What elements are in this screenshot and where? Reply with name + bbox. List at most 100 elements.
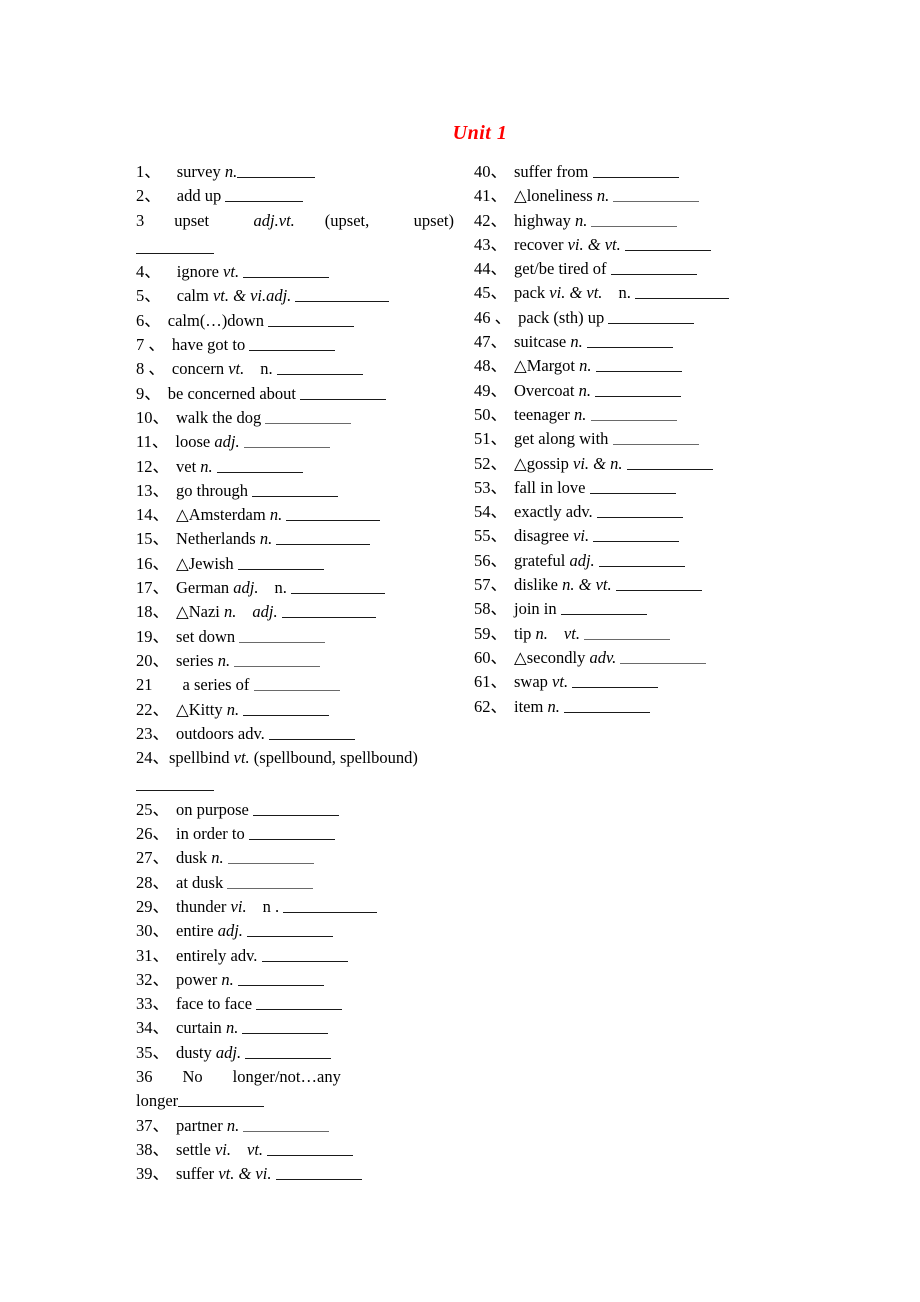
- answer-blank[interactable]: [560, 599, 647, 616]
- answer-blank[interactable]: [591, 211, 678, 227]
- answer-blank[interactable]: [225, 186, 304, 203]
- answer-blank[interactable]: [281, 602, 376, 619]
- entry-number: 25、: [136, 799, 169, 819]
- answer-blank[interactable]: [243, 432, 330, 449]
- entry-line: 46 、 pack (sth) up: [474, 307, 695, 327]
- answer-blank[interactable]: [615, 575, 702, 592]
- entry-line: 29、 thunder vi. n .: [136, 897, 378, 916]
- vocabulary-entry: 7 、 have got to: [136, 333, 454, 357]
- entry-word: loose: [175, 432, 211, 452]
- answer-blank[interactable]: [596, 502, 683, 519]
- answer-blank[interactable]: [227, 873, 314, 889]
- entry-line: 22、 △Kitty n.: [136, 699, 330, 719]
- answer-blank[interactable]: [572, 672, 659, 689]
- entry-line: 54、 exactly adv.: [474, 502, 683, 521]
- answer-blank[interactable]: [239, 627, 326, 643]
- entry-number: 40、: [474, 162, 507, 181]
- answer-blank[interactable]: [592, 162, 679, 178]
- entry-number: 32、: [136, 969, 169, 989]
- answer-blank[interactable]: [276, 359, 363, 376]
- entry-line: 8 、 concern vt. n.: [136, 359, 363, 378]
- answer-blank[interactable]: [291, 578, 385, 595]
- answer-blank[interactable]: [253, 675, 340, 692]
- answer-blank[interactable]: [295, 286, 390, 303]
- answer-blank[interactable]: [136, 775, 214, 792]
- answer-blank[interactable]: [563, 697, 650, 713]
- answer-blank[interactable]: [613, 186, 700, 203]
- answer-blank[interactable]: [253, 800, 339, 816]
- answer-blank[interactable]: [610, 259, 697, 276]
- answer-blank[interactable]: [245, 1043, 332, 1059]
- answer-blank[interactable]: [234, 651, 321, 667]
- entry-pos: n.: [570, 332, 583, 352]
- answer-blank[interactable]: [216, 457, 303, 473]
- answer-blank[interactable]: [608, 308, 695, 324]
- entry-pos: adj.vt.: [253, 210, 295, 230]
- answer-blank[interactable]: [612, 429, 699, 446]
- answer-blank[interactable]: [275, 1164, 362, 1181]
- entry-pos-secondary: adj.: [252, 602, 278, 622]
- answer-blank[interactable]: [286, 505, 381, 522]
- entry-line: 47、 suitcase n.: [474, 332, 673, 351]
- answer-blank[interactable]: [589, 478, 676, 494]
- answer-blank[interactable]: [243, 262, 330, 279]
- answer-blank[interactable]: [256, 994, 343, 1011]
- vocabulary-entry: 51、 get along with: [474, 427, 774, 451]
- entry-line: 1、 survey n.: [136, 162, 316, 181]
- entry-tail: (spellbound, spellbound): [253, 748, 418, 768]
- answer-blank[interactable]: [620, 648, 707, 664]
- entry-number: 11、: [136, 432, 169, 452]
- entry-line: 43、 recover vi. & vt.: [474, 235, 711, 254]
- answer-blank[interactable]: [252, 481, 339, 497]
- answer-blank[interactable]: [598, 551, 685, 567]
- answer-blank[interactable]: [586, 332, 673, 349]
- answer-blank[interactable]: [237, 554, 324, 570]
- entry-number: 49、: [474, 380, 507, 400]
- answer-blank[interactable]: [593, 526, 680, 543]
- answer-blank[interactable]: [626, 454, 713, 470]
- answer-blank[interactable]: [178, 1091, 265, 1108]
- answer-blank[interactable]: [283, 897, 378, 913]
- entry-pos: vi.: [573, 526, 590, 546]
- answer-blank[interactable]: [590, 405, 677, 421]
- answer-blank[interactable]: [267, 1140, 354, 1156]
- entry-number: 37、: [136, 1115, 169, 1135]
- answer-blank[interactable]: [249, 335, 336, 352]
- entry-number: 52、: [474, 453, 507, 473]
- answer-blank[interactable]: [243, 700, 330, 716]
- answer-blank[interactable]: [595, 381, 682, 397]
- entry-line: 38、 settle vi. vt.: [136, 1140, 354, 1159]
- answer-blank[interactable]: [300, 384, 387, 400]
- answer-blank[interactable]: [227, 848, 314, 865]
- triangle-marker-icon: △: [176, 699, 189, 719]
- entry-number: 60、: [474, 647, 507, 667]
- answer-blank[interactable]: [268, 311, 355, 327]
- answer-blank[interactable]: [265, 408, 352, 424]
- answer-blank[interactable]: [634, 283, 729, 300]
- answer-blank[interactable]: [584, 624, 671, 640]
- answer-blank[interactable]: [276, 529, 371, 546]
- entry-word: partner: [176, 1115, 223, 1135]
- answer-blank[interactable]: [595, 356, 682, 373]
- entry-tail: (upset, upset): [324, 210, 454, 230]
- entry-word: teenager: [514, 404, 570, 424]
- entry-line: 40、 suffer from: [474, 162, 679, 181]
- entry-word: secondly: [526, 647, 586, 667]
- answer-blank[interactable]: [248, 824, 335, 841]
- entry-line: 50、 teenager n.: [474, 405, 677, 424]
- answer-blank[interactable]: [237, 162, 316, 178]
- vocabulary-entry: 59、 tip n. vt.: [474, 622, 774, 646]
- answer-blank[interactable]: [136, 238, 214, 254]
- answer-blank[interactable]: [268, 724, 355, 740]
- entry-number: 48、: [474, 356, 507, 376]
- entry-line: 49、 Overcoat n.: [474, 380, 682, 400]
- answer-blank[interactable]: [624, 235, 711, 251]
- answer-blank[interactable]: [242, 1018, 329, 1035]
- answer-blank[interactable]: [237, 970, 324, 986]
- entry-word: pack (sth) up: [518, 307, 605, 327]
- answer-blank[interactable]: [261, 946, 348, 962]
- answer-blank[interactable]: [243, 1116, 330, 1132]
- entry-number: 31、: [136, 945, 169, 965]
- vocabulary-entry: 62、 item n.: [474, 695, 774, 719]
- answer-blank[interactable]: [247, 921, 334, 938]
